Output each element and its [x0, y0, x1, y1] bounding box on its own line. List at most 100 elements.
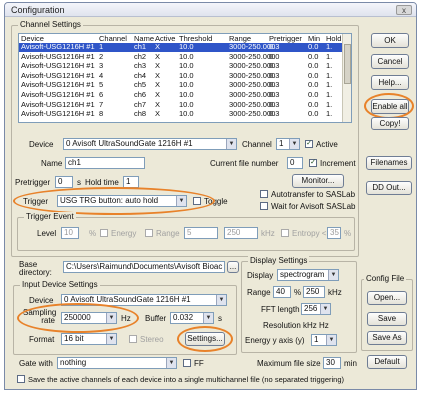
table-cell: 1. [326, 42, 333, 51]
energy-axis-select[interactable]: 1 ▼ [311, 334, 337, 346]
ff-checkbox[interactable] [183, 359, 191, 367]
help-button[interactable]: Help... [371, 75, 409, 90]
browse-button[interactable]: ... [227, 261, 239, 273]
device-select[interactable]: 0 Avisoft UltraSoundGate 1216H #1 ▼ [63, 138, 237, 150]
active-checkbox[interactable]: ✓ [305, 140, 313, 148]
display-range-to[interactable]: 250 [303, 286, 325, 298]
increment-checkbox[interactable]: ✓ [309, 159, 317, 167]
base-directory-label: Base directory: [19, 260, 52, 277]
chevron-down-icon: ▼ [106, 313, 116, 323]
autotransfer-label: Autotransfer to SASLab [271, 190, 356, 199]
range-from-input[interactable]: 5 [184, 227, 218, 239]
table-cell: 10.0 [179, 70, 194, 80]
cancel-button[interactable]: Cancel [371, 54, 409, 69]
config-save-as-button[interactable]: Save As [367, 331, 407, 345]
table-row[interactable]: Avisoft-USG1216H #1 2 ch2 X 10.0 3000-250.000… [19, 51, 343, 62]
fft-length-select[interactable]: 256 ▼ [301, 303, 331, 315]
table-row[interactable]: Avisoft-USG1216H #1 1 ch1 X 10.0 3000-250.000… [19, 42, 343, 52]
energy-checkbox[interactable] [100, 229, 108, 237]
table-row[interactable]: Avisoft-USG1216H #1 3 ch3 X 10.0 3000-250.000… [19, 62, 343, 71]
chevron-down-icon: ▼ [203, 313, 213, 323]
buffer-select[interactable]: 0.032 ▼ [170, 312, 214, 324]
save-multichannel-checkbox[interactable] [17, 375, 25, 383]
dd-out-button[interactable]: DD Out... [366, 181, 412, 195]
channel-select[interactable]: 1 ▼ [276, 138, 300, 150]
name-input[interactable]: ch1 [65, 157, 145, 169]
monitor-button[interactable]: Monitor... [292, 174, 344, 188]
config-open-button[interactable]: Open... [367, 291, 407, 305]
window-title: Configuration [11, 5, 65, 15]
table-cell: 0.3 [269, 90, 280, 99]
entropy-checkbox[interactable] [281, 229, 289, 237]
configuration-window: Configuration x Channel Settings Device … [4, 2, 417, 390]
pretrigger-input[interactable]: 0 [55, 176, 73, 188]
level-percent: % [89, 229, 97, 238]
copy-button[interactable]: Copy! [371, 117, 409, 130]
stereo-checkbox[interactable] [129, 335, 137, 343]
table-cell: 0.0 [308, 51, 319, 61]
table-row[interactable]: Avisoft-USG1216H #1 5 ch5 X 10.0 3000-250.000… [19, 81, 343, 90]
channel-list-header: Device Channel Name Active Threshold Ran… [19, 34, 351, 43]
config-save-button[interactable]: Save [367, 312, 407, 326]
channel-list[interactable]: Device Channel Name Active Threshold Ran… [18, 33, 352, 123]
channel-list-scrollbar[interactable] [342, 34, 351, 122]
range-checkbox[interactable] [145, 229, 153, 237]
table-cell: Avisoft-USG1216H #1 [21, 42, 95, 51]
ok-button[interactable]: OK [371, 33, 409, 48]
input-device-select[interactable]: 0 Avisoft UltraSoundGate 1216H #1 ▼ [61, 294, 227, 306]
sampling-rate-select[interactable]: 250000 ▼ [61, 312, 117, 324]
table-cell: 8 [99, 109, 104, 119]
current-file-number-input[interactable]: 0 [287, 157, 303, 169]
base-directory-input[interactable]: C:\Users\Raimund\Documents\Avisoft Bioac [63, 261, 225, 273]
table-row[interactable]: Avisoft-USG1216H #1 7 ch7 X 10.0 3000-250.000… [19, 99, 343, 110]
hold-time-input[interactable]: 1 [123, 176, 139, 188]
buffer-label: Buffer [145, 314, 167, 323]
table-cell: ch6 [134, 90, 147, 99]
display-range-from[interactable]: 40 [273, 286, 291, 298]
wait-for-saslab-checkbox[interactable] [260, 202, 268, 210]
filenames-button[interactable]: Filenames [366, 156, 412, 170]
table-cell: 0.0 [308, 42, 319, 51]
close-icon[interactable]: x [396, 5, 412, 15]
channel-settings-label: Channel Settings [18, 20, 83, 29]
wait-for-saslab-label: Wait for Avisoft SASLab [271, 202, 356, 211]
increment-label: Increment [320, 159, 356, 168]
table-cell: 3 [99, 61, 104, 71]
range-label: Range [156, 229, 180, 238]
chevron-down-icon: ▼ [226, 139, 236, 149]
range-to-input[interactable]: 250 [224, 227, 258, 239]
entropy-unit: % [344, 229, 352, 238]
gate-with-select[interactable]: nothing ▼ [57, 357, 177, 369]
table-cell: X [155, 42, 161, 51]
input-device-label: Input Device Settings [20, 280, 100, 289]
autotransfer-checkbox[interactable] [260, 190, 268, 198]
format-select[interactable]: 16 bit ▼ [61, 333, 117, 345]
table-cell: 6 [99, 90, 104, 99]
input-settings-button[interactable]: Settings... [185, 332, 225, 346]
level-input[interactable]: 10 [61, 227, 79, 239]
entropy-input[interactable]: 35 [327, 227, 341, 239]
hz-unit: Hz [121, 314, 131, 323]
enable-all-button[interactable]: Enable all [371, 99, 409, 114]
table-row[interactable]: Avisoft-USG1216H #1 8 ch8 X 10.0 3000-250.000… [19, 110, 343, 119]
table-cell: Avisoft-USG1216H #1 [21, 90, 95, 99]
buffer-unit: s [218, 314, 222, 323]
table-cell: Avisoft-USG1216H #1 [21, 51, 95, 61]
chevron-down-icon: ▼ [216, 295, 226, 305]
config-file-label: Config File [364, 274, 407, 283]
display-select[interactable]: spectrogram ▼ [277, 269, 339, 281]
default-button[interactable]: Default [367, 355, 407, 369]
max-file-size-input[interactable]: 30 [323, 357, 341, 369]
table-row[interactable]: Avisoft-USG1216H #1 4 ch4 X 10.0 3000-250.000… [19, 70, 343, 81]
table-cell: 7 [99, 99, 104, 109]
table-cell: 0.3 [269, 42, 280, 51]
trigger-select[interactable]: USG TRG button: auto hold ▼ [57, 195, 187, 207]
name-label: Name [41, 159, 63, 168]
toggle-checkbox[interactable] [193, 197, 201, 205]
table-cell: ch5 [134, 80, 147, 90]
table-cell: 10.0 [179, 109, 194, 119]
table-cell: ch8 [134, 109, 147, 119]
s-unit: s [77, 178, 81, 187]
chevron-down-icon: ▼ [289, 139, 299, 149]
table-row[interactable]: Avisoft-USG1216H #1 6 ch6 X 10.0 3000-250.000… [19, 90, 343, 100]
